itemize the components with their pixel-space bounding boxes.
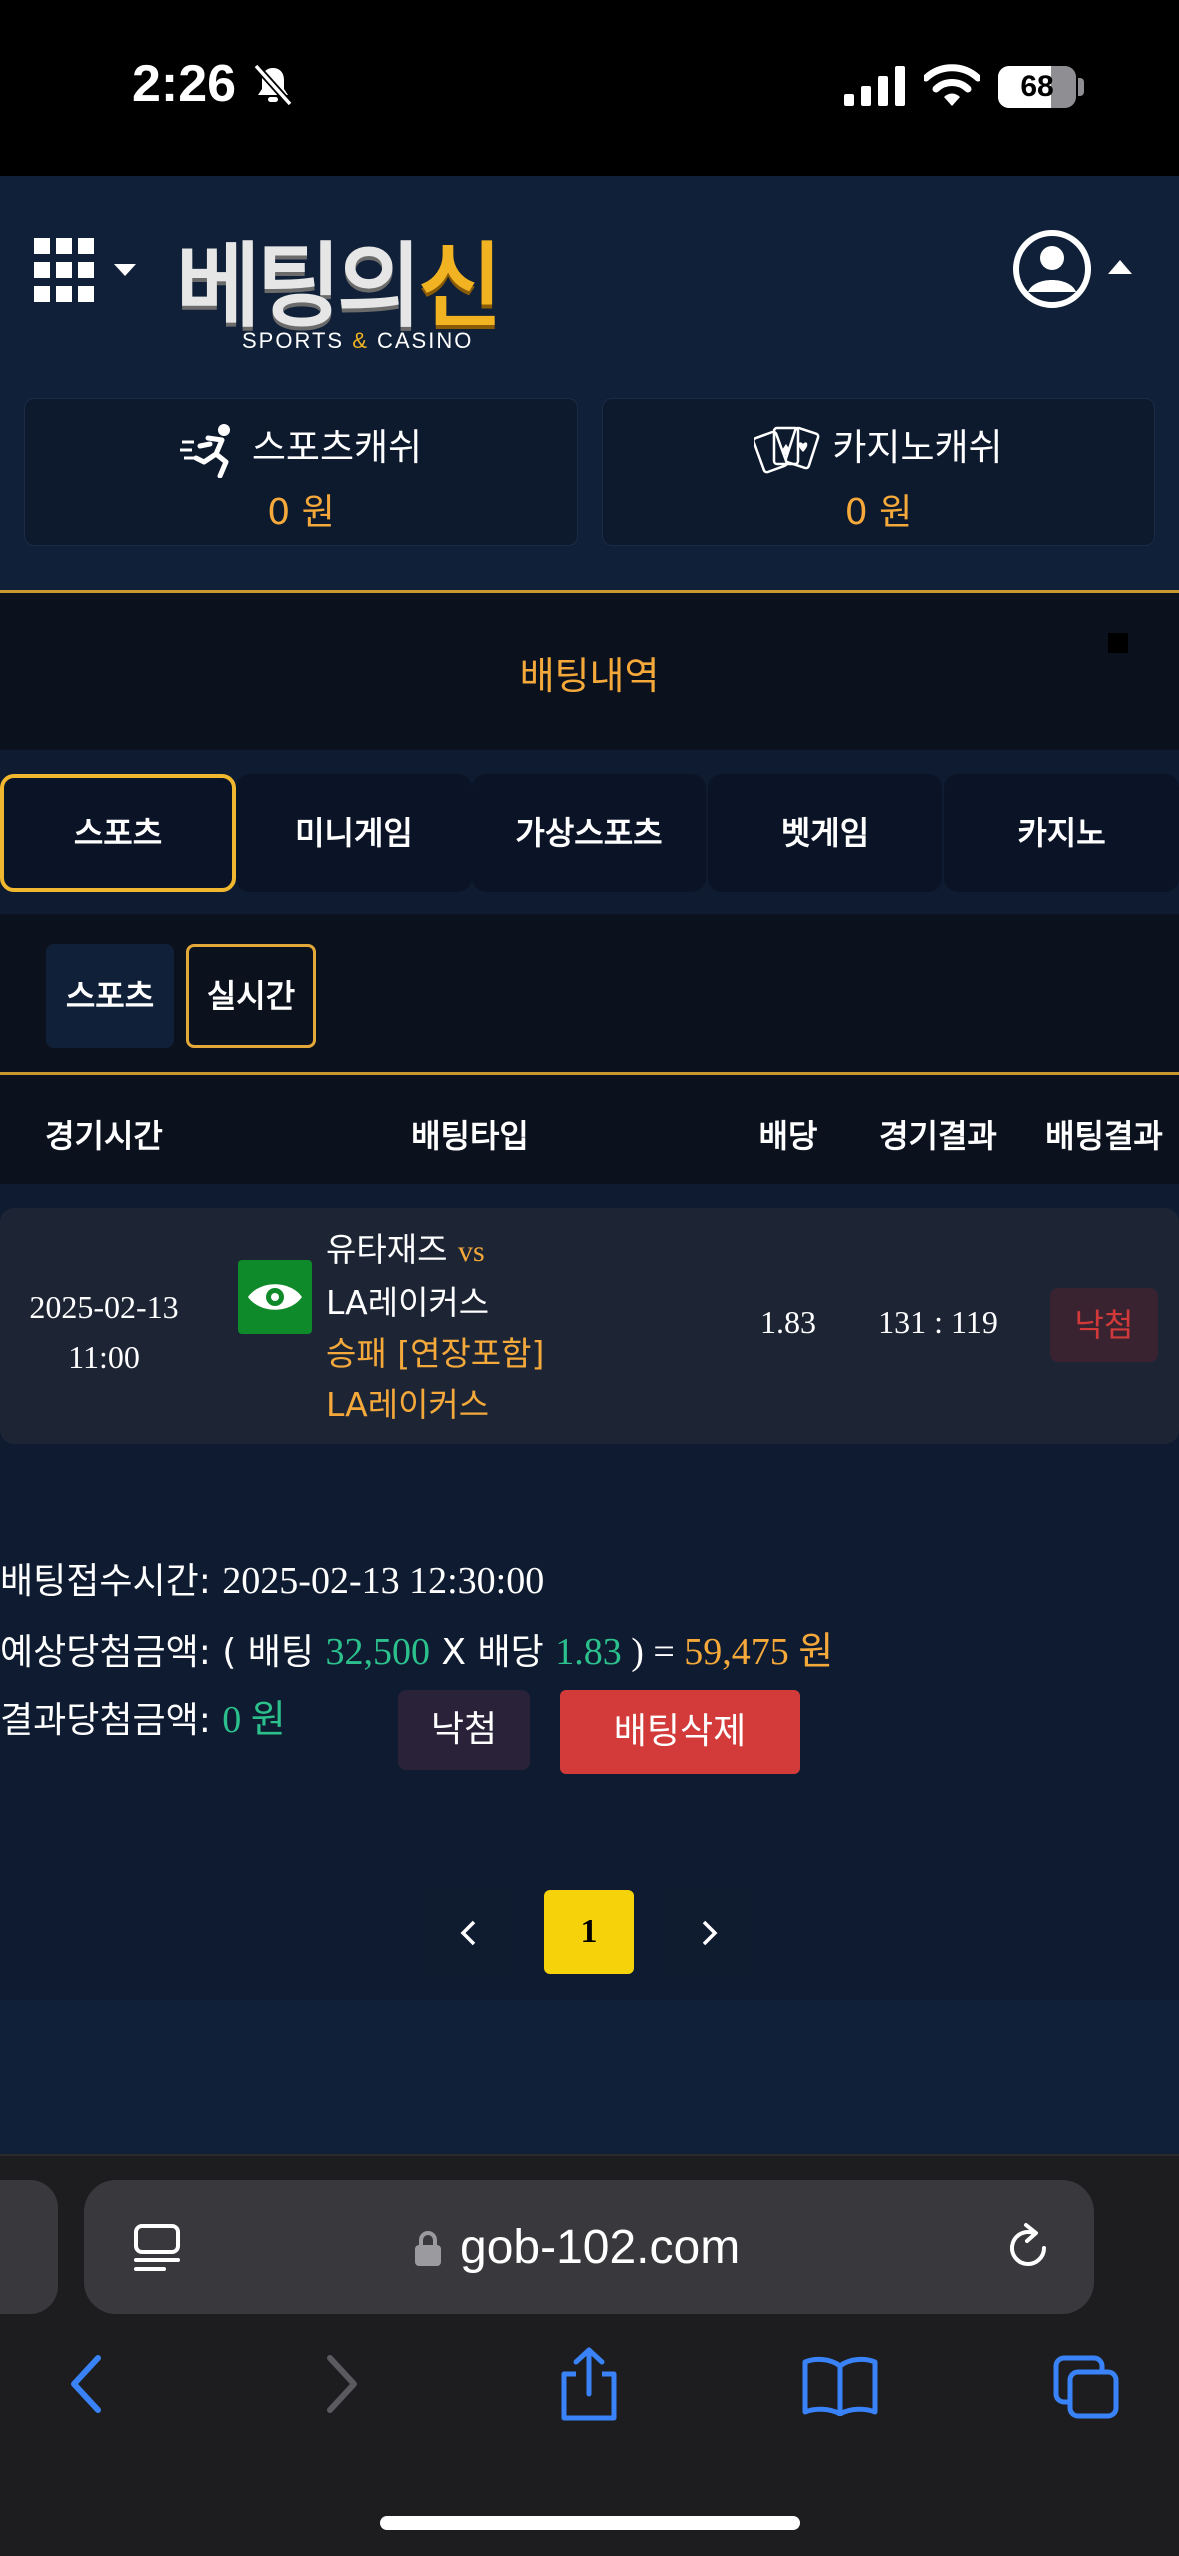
tab-virtual-sports[interactable]: 가상스포츠 (472, 774, 706, 892)
sports-cash-header: 스포츠캐쉬 (25, 417, 577, 478)
browser-toolbar: gob-102.com (0, 2154, 1179, 2556)
result-badge: 낙첨 (1050, 1288, 1158, 1362)
previous-tab-peek[interactable] (0, 2180, 58, 2314)
sports-cash-value: 0 원 (267, 492, 335, 533)
subtab-sports[interactable]: 스포츠 (46, 944, 174, 1048)
page-number-current[interactable]: 1 (544, 1890, 634, 1974)
cards-icon (752, 426, 820, 473)
match-date: 2025-02-13 (29, 1289, 179, 1325)
match-time: 11:00 (68, 1339, 140, 1375)
battery-percent: 68 (1020, 70, 1054, 103)
lock-icon (415, 2231, 441, 2266)
bookmarks-icon[interactable] (802, 2356, 878, 2416)
share-icon[interactable] (556, 2346, 622, 2422)
score-value: 131 : 119 (878, 1304, 998, 1340)
menu-grid-icon[interactable] (34, 238, 144, 302)
wifi-icon (924, 64, 980, 106)
col-match-time: 경기시간 (45, 1117, 163, 1155)
page-footer-area (0, 2000, 1179, 2154)
table-row: 2025-02-13 11:00 유타재즈 vs LA레이커스 승패 [연장포함… (0, 1208, 1179, 1444)
pagination: 1 (0, 1860, 1179, 2000)
expected-payout-line: 예상당첨금액: ( 배팅 32,500 X 배당 1.83 ) = 59,475… (0, 1631, 834, 1673)
logo-tagline: SPORTS & CASINO (242, 328, 474, 353)
status-time: 2:26 (132, 55, 237, 113)
corner-marker (1108, 633, 1128, 653)
chevron-right-icon (702, 1920, 718, 1946)
casino-cash-value: 0 원 (844, 492, 913, 533)
subtab-live[interactable]: 실시간 (186, 944, 316, 1048)
site-logo[interactable]: 베팅의신 SPORTS & CASINO (176, 212, 596, 356)
logo-wordmark: 베팅의신 (176, 233, 503, 340)
prev-page-button[interactable] (424, 1890, 514, 1974)
col-bet-type: 배팅타입 (411, 1117, 529, 1155)
match-datetime: 2025-02-13 11:00 (0, 1282, 208, 1382)
received-time-line: 배팅접수시간: 2025-02-13 12:30:00 (0, 1560, 545, 1602)
back-icon[interactable] (64, 2352, 108, 2416)
col-bet-result: 배팅결과 (1045, 1117, 1163, 1155)
forward-icon[interactable] (320, 2352, 364, 2416)
match-info: 유타재즈 vs LA레이커스 승패 [연장포함] LA레이커스 (326, 1224, 706, 1430)
casino-cash-box: 카지노캐쉬 0 원 (602, 398, 1155, 546)
sports-cash-box: 스포츠캐쉬 0 원 (24, 398, 578, 546)
reload-icon[interactable] (1002, 2222, 1054, 2274)
subtab-panel: 스포츠 실시간 (0, 914, 1179, 1074)
vs-label: vs (457, 1235, 485, 1268)
delete-bet-button[interactable]: 배팅삭제 (560, 1690, 800, 1774)
page-title: 배팅내역 (519, 654, 660, 698)
next-page-button[interactable] (664, 1890, 754, 1974)
category-tabs: 스포츠 미니게임 가상스포츠 벳게임 카지노 (0, 774, 1179, 892)
tab-betgame[interactable]: 벳게임 (708, 774, 942, 892)
tab-sports[interactable]: 스포츠 (0, 774, 236, 892)
col-match-result: 경기결과 (879, 1117, 997, 1155)
chevron-left-icon (460, 1920, 476, 1946)
home-indicator[interactable] (380, 2516, 800, 2530)
result-status-button[interactable]: 낙첨 (398, 1690, 530, 1770)
bet-type: 승패 [연장포함] (326, 1334, 545, 1373)
col-odds: 배당 (758, 1117, 818, 1155)
tabs-icon[interactable] (1052, 2354, 1122, 2420)
table-header: 경기시간 배팅타입 배당 경기결과 배팅결과 (0, 1072, 1179, 1184)
address-bar[interactable]: gob-102.com (84, 2180, 1094, 2314)
site-header: 베팅의신 SPORTS & CASINO 스포츠캐쉬 0 원 카지노캐쉬 0 원 (0, 176, 1179, 590)
match-home-line: 유타재즈 vs (326, 1224, 706, 1277)
battery-nub (1078, 78, 1084, 96)
running-sports-icon (179, 423, 230, 478)
tab-minigame[interactable]: 미니게임 (236, 774, 472, 892)
home-team: 유타재즈 (326, 1230, 448, 1269)
bell-slash-icon (253, 63, 293, 107)
reader-icon[interactable] (134, 2224, 180, 2272)
status-bar: 2:26 68 (0, 0, 1179, 176)
bet-pick: LA레이커스 (326, 1385, 490, 1424)
url-text[interactable]: gob-102.com (460, 2220, 740, 2275)
battery-indicator: 68 (998, 66, 1076, 108)
account-icon[interactable] (1010, 228, 1136, 310)
casino-cash-header: 카지노캐쉬 (603, 417, 1154, 480)
eye-icon[interactable] (238, 1260, 312, 1334)
title-bar: 배팅내역 (0, 590, 1179, 750)
away-team: LA레이커스 (326, 1283, 490, 1322)
tab-casino[interactable]: 카지노 (944, 774, 1179, 892)
final-payout-line: 결과당첨금액: 0 원 (0, 1699, 286, 1741)
signal-icon (844, 66, 905, 106)
odds-value: 1.83 (760, 1304, 816, 1340)
